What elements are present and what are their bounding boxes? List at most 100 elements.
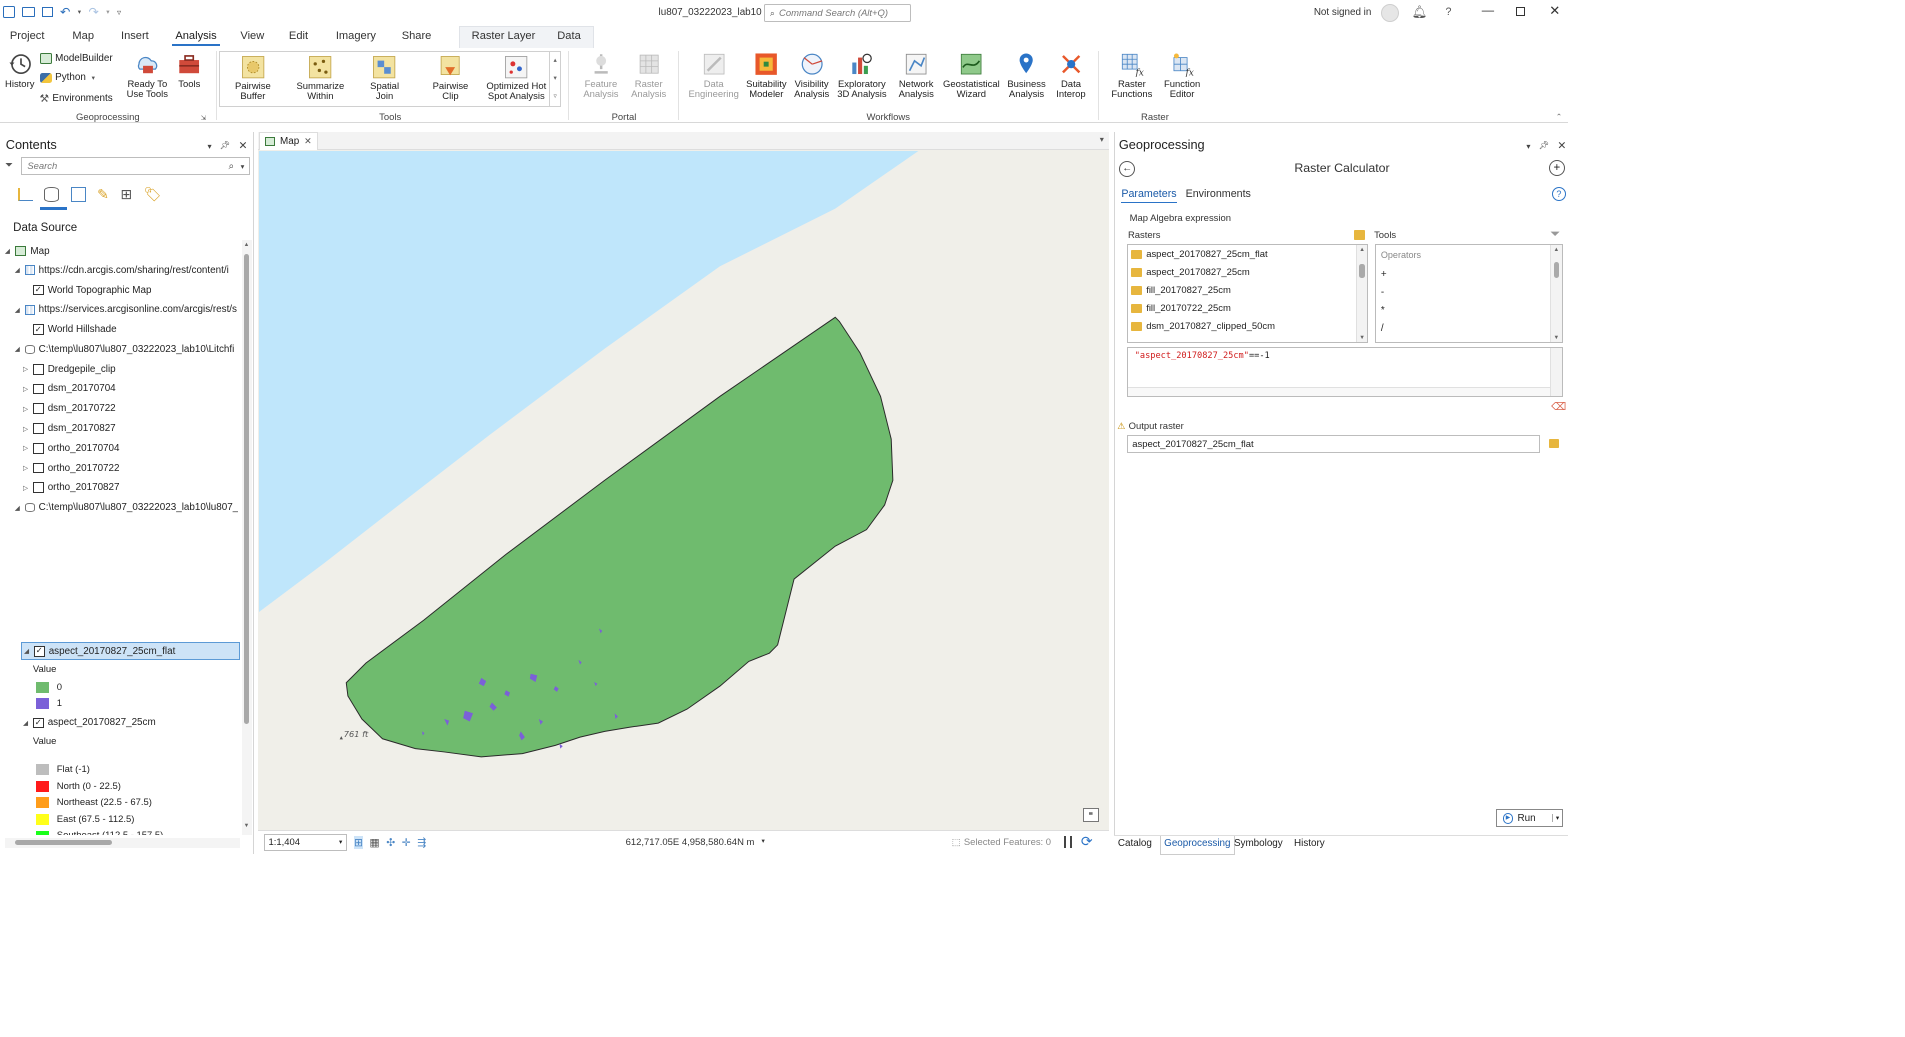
tree-item[interactable]: ◢ https://services.arcgisonline.com/arcgi… (13, 301, 237, 319)
tree-item[interactable]: ◢ https://cdn.arcgis.com/sharing/rest/con… (13, 261, 229, 279)
browse-folder-icon[interactable] (1354, 230, 1366, 240)
geoprocessing-launcher-icon[interactable]: ⇲ (201, 114, 207, 122)
restore-icon[interactable] (1516, 6, 1526, 16)
list-by-snapping-icon[interactable]: ⊞ (120, 186, 132, 203)
customize-toolbar-icon[interactable]: ▿ (117, 7, 121, 17)
scroll-up-icon[interactable]: ▲ (1554, 247, 1560, 253)
add-icon[interactable]: + (1548, 159, 1566, 177)
collapse-ribbon-icon[interactable]: ⌃ (1556, 112, 1562, 121)
tree-item[interactable]: ▷ ortho_20170722 (21, 459, 120, 477)
expand-open-icon[interactable]: ◢ (13, 345, 21, 353)
help-icon[interactable]: ? (1446, 6, 1452, 18)
scroll-down-icon[interactable]: ▼ (1554, 335, 1560, 341)
help-icon[interactable]: ? (1551, 186, 1566, 201)
map-canvas[interactable]: 761 ft ▴ (259, 151, 1108, 825)
raster-list-item[interactable]: fill_20170722_25cm (1128, 300, 1356, 318)
tab-project[interactable]: Project (7, 29, 48, 44)
expand-closed-icon[interactable]: ▷ (21, 425, 29, 433)
checkbox-checked[interactable]: ✓ (33, 645, 45, 657)
user-avatar[interactable] (1380, 4, 1399, 23)
suitability-modeler-button[interactable]: Suitability Modeler (739, 51, 793, 100)
tree-item[interactable]: ▷ dsm_20170704 (21, 380, 116, 398)
operator-item[interactable]: + (1381, 269, 1546, 280)
pairwise-clip-button[interactable]: Pairwise Clip (424, 54, 477, 103)
hscroll-thumb[interactable] (14, 840, 112, 846)
list-by-data-source-icon[interactable] (44, 187, 60, 202)
pause-drawing-icon[interactable] (1063, 835, 1072, 849)
grid-icon[interactable]: ⊞ (353, 835, 363, 849)
optimized-hot-spot-button[interactable]: Optimized Hot Spot Analysis (482, 54, 551, 103)
checkbox-unchecked[interactable] (32, 462, 44, 474)
run-button[interactable]: ▶ Run ▾ (1495, 809, 1564, 828)
rasters-scrollbar[interactable]: ▲ ▼ (1355, 245, 1368, 343)
raster-functions-button[interactable]: fx Raster Functions (1105, 51, 1159, 100)
spatial-join-button[interactable]: Spatial Join (358, 54, 411, 103)
checkbox-unchecked[interactable] (32, 442, 44, 454)
business-analysis-button[interactable]: Business Analysis (1003, 51, 1051, 100)
modelbuilder-button[interactable]: ModelBuilder (39, 53, 113, 64)
tree-item[interactable]: ▷ dsm_20170827 (21, 419, 116, 437)
tree-item[interactable]: ▷ Dredgepile_clip (21, 360, 116, 378)
feature-analysis-button[interactable]: Feature Analysis (576, 51, 625, 100)
close-tab-icon[interactable]: ✕ (304, 136, 312, 147)
expand-open-icon[interactable]: ◢ (3, 247, 11, 255)
raster-list-item[interactable]: aspect_20170827_25cm_flat (1128, 245, 1356, 263)
pane-options-icon[interactable]: ▾ (1526, 141, 1530, 151)
scroll-thumb[interactable] (244, 253, 250, 725)
checkbox-unchecked[interactable] (32, 383, 44, 395)
gallery-scroll[interactable]: ▴ ▾ ▿ (548, 52, 561, 107)
map-view[interactable]: Map ✕ ▾ 761 ft ▴ ≡ 1:1,404 ▾ ⊞ ▦ ✣ ✛ ⇶ 6… (257, 131, 1109, 854)
expression-text[interactable]: "aspect_20170827_25cm"==-1 (1135, 351, 1270, 361)
tree-item[interactable]: ✓ World Hillshade (21, 321, 117, 339)
python-button[interactable]: Python ▾ (39, 72, 95, 83)
command-search[interactable]: ⌕ Command Search (Alt+Q) (763, 4, 912, 23)
contents-hscrollbar[interactable] (4, 838, 241, 848)
close-pane-icon[interactable]: ✕ (238, 139, 247, 152)
visibility-analysis-button[interactable]: Visibility Analysis (789, 51, 835, 100)
signin-status[interactable]: Not signed in (1314, 7, 1372, 18)
filter-icon[interactable]: ⏷ (1550, 227, 1560, 242)
raster-list-item[interactable]: aspect_20170827_25cm (1128, 264, 1356, 282)
close-window-icon[interactable]: ✕ (1549, 3, 1560, 19)
tree-item[interactable]: ▷ ortho_20170827 (21, 479, 120, 497)
expand-open-icon[interactable]: ◢ (13, 504, 21, 512)
ready-to-use-tools-button[interactable]: Ready To Use Tools (122, 51, 173, 100)
filter-icon[interactable]: ⏷ (5, 160, 13, 171)
operator-item[interactable]: - (1381, 287, 1546, 298)
checkbox-unchecked[interactable] (32, 482, 44, 494)
scroll-thumb[interactable] (1359, 263, 1366, 279)
exploratory-3d-button[interactable]: Exploratory 3D Analysis (833, 51, 891, 100)
undo-icon[interactable]: ↶ (60, 5, 70, 19)
navigate-icon[interactable]: ⇶ (417, 836, 426, 849)
tab-history[interactable]: History (1294, 838, 1325, 849)
scale-selector[interactable]: 1:1,404 ▾ (264, 834, 347, 851)
pane-options-icon[interactable]: ▾ (207, 141, 211, 151)
operator-item[interactable]: / (1381, 323, 1546, 334)
table-icon[interactable]: ▦ (370, 836, 380, 849)
tab-catalog[interactable]: Catalog (1118, 838, 1152, 849)
scroll-up-icon[interactable]: ▲ (244, 242, 250, 248)
expand-closed-icon[interactable]: ▷ (21, 365, 29, 373)
expand-open-icon[interactable]: ◢ (13, 266, 21, 274)
pin-icon[interactable]: 📌︎ (220, 141, 230, 151)
expression-editor[interactable]: "aspect_20170827_25cm"==-1 (1127, 346, 1563, 397)
open-project-icon[interactable] (22, 7, 35, 17)
tab-dropdown-icon[interactable]: ▾ (1100, 134, 1104, 144)
redo-icon[interactable]: ↷ (89, 5, 99, 19)
tab-insert[interactable]: Insert (118, 29, 152, 44)
checkbox-checked[interactable]: ✓ (32, 284, 44, 296)
undo-dropdown-icon[interactable]: ▾ (78, 8, 81, 16)
expand-closed-icon[interactable]: ▷ (21, 405, 29, 413)
tab-data[interactable]: Data (554, 29, 584, 44)
clear-expression-icon[interactable]: ⌫ (1551, 400, 1566, 413)
tools-button[interactable]: Tools (173, 51, 206, 90)
geostatistical-wizard-button[interactable]: Geostatistical Wizard (940, 51, 1003, 100)
tree-item[interactable]: ▷ ortho_20170704 (21, 439, 120, 457)
checkbox-unchecked[interactable] (32, 423, 44, 434)
function-editor-button[interactable]: fx Function Editor (1157, 51, 1206, 100)
checkbox-unchecked[interactable] (32, 363, 44, 375)
tree-item[interactable]: ✓ World Topographic Map (21, 281, 151, 299)
scroll-up-icon[interactable]: ▲ (1359, 247, 1365, 253)
checkbox-checked[interactable]: ✓ (32, 324, 44, 336)
checkbox-unchecked[interactable] (32, 403, 44, 415)
